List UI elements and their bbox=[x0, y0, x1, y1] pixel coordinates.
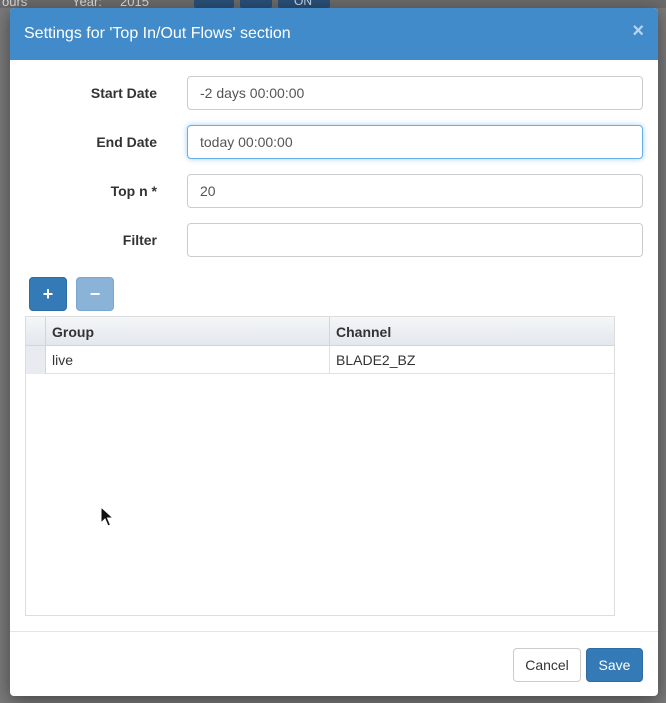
start-date-row: Start Date bbox=[10, 76, 658, 110]
plus-icon: + bbox=[42, 284, 54, 304]
start-date-label: Start Date bbox=[90, 85, 157, 101]
end-date-input[interactable] bbox=[187, 125, 643, 159]
top-n-input[interactable] bbox=[187, 174, 643, 208]
table-row[interactable]: live BLADE2_BZ bbox=[26, 346, 614, 374]
cell-group[interactable]: live bbox=[46, 346, 330, 374]
background-button bbox=[194, 0, 234, 8]
save-button[interactable]: Save bbox=[586, 648, 643, 682]
grid-header: Group Channel bbox=[26, 317, 614, 346]
settings-dialog: Settings for 'Top In/Out Flows' section … bbox=[10, 8, 658, 696]
close-icon[interactable]: × bbox=[632, 21, 644, 41]
dialog-header: Settings for 'Top In/Out Flows' section … bbox=[10, 8, 658, 60]
remove-row-button[interactable]: − bbox=[76, 277, 114, 311]
column-header-group[interactable]: Group bbox=[46, 317, 330, 346]
mouse-cursor-icon bbox=[100, 506, 115, 527]
top-n-label: Top n * bbox=[110, 183, 157, 199]
cancel-button[interactable]: Cancel bbox=[513, 648, 581, 682]
grid-corner bbox=[26, 317, 46, 346]
add-row-button[interactable]: + bbox=[29, 277, 67, 311]
background-button bbox=[240, 0, 272, 8]
end-date-label: End Date bbox=[96, 134, 157, 150]
filter-label: Filter bbox=[122, 232, 157, 248]
cell-channel[interactable]: BLADE2_BZ bbox=[330, 346, 614, 374]
column-header-channel[interactable]: Channel bbox=[330, 317, 614, 346]
background-year-label: Year: bbox=[72, 0, 102, 9]
background-menu-label: ours bbox=[2, 0, 28, 9]
background-year-value: 2015 bbox=[120, 0, 149, 9]
row-handle[interactable] bbox=[26, 346, 46, 374]
dialog-title: Settings for 'Top In/Out Flows' section bbox=[24, 25, 291, 42]
filter-row: Filter bbox=[10, 223, 658, 257]
start-date-input[interactable] bbox=[187, 76, 643, 110]
top-n-row: Top n * bbox=[10, 174, 658, 208]
filter-input[interactable] bbox=[187, 223, 643, 257]
minus-icon: − bbox=[89, 284, 101, 304]
channel-grid: Group Channel live BLADE2_BZ bbox=[25, 316, 615, 616]
footer-divider bbox=[10, 631, 658, 632]
background-on-button: ON bbox=[278, 0, 330, 8]
end-date-row: End Date bbox=[10, 125, 658, 159]
